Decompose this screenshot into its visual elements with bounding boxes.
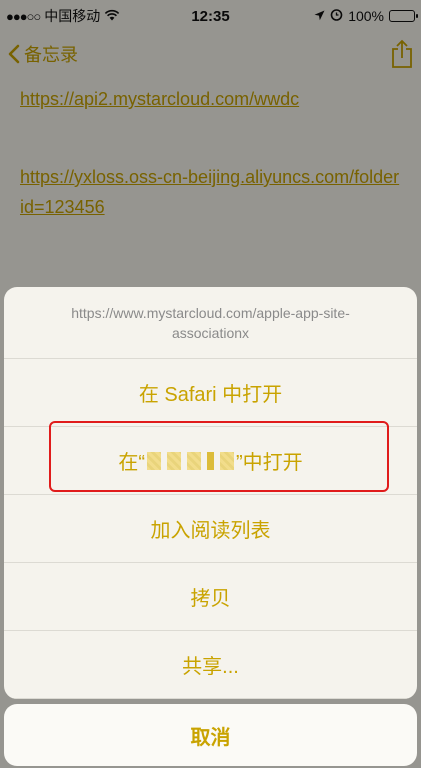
share-menu-button[interactable]: 共享... — [4, 631, 417, 699]
cancel-button[interactable]: 取消 — [4, 704, 417, 766]
cancel-label: 取消 — [190, 726, 231, 749]
open-in-safari-button[interactable]: 在 Safari 中打开 — [4, 359, 417, 427]
open-in-app-prefix: 在“ — [118, 452, 145, 474]
open-in-safari-label: 在 Safari 中打开 — [138, 384, 283, 406]
action-sheet: https://www.mystarcloud.com/apple-app-si… — [4, 287, 417, 699]
action-sheet-header: https://www.mystarcloud.com/apple-app-si… — [4, 287, 417, 359]
open-in-app-button[interactable]: 在“ ”中打开 — [4, 427, 417, 495]
copy-label: 拷贝 — [190, 588, 231, 610]
share-menu-label: 共享... — [182, 656, 239, 678]
add-to-reading-list-label: 加入阅读列表 — [150, 520, 271, 542]
add-to-reading-list-button[interactable]: 加入阅读列表 — [4, 495, 417, 563]
copy-button[interactable]: 拷贝 — [4, 563, 417, 631]
redacted-app-name — [147, 451, 234, 470]
open-in-app-suffix: ”中打开 — [236, 452, 303, 474]
